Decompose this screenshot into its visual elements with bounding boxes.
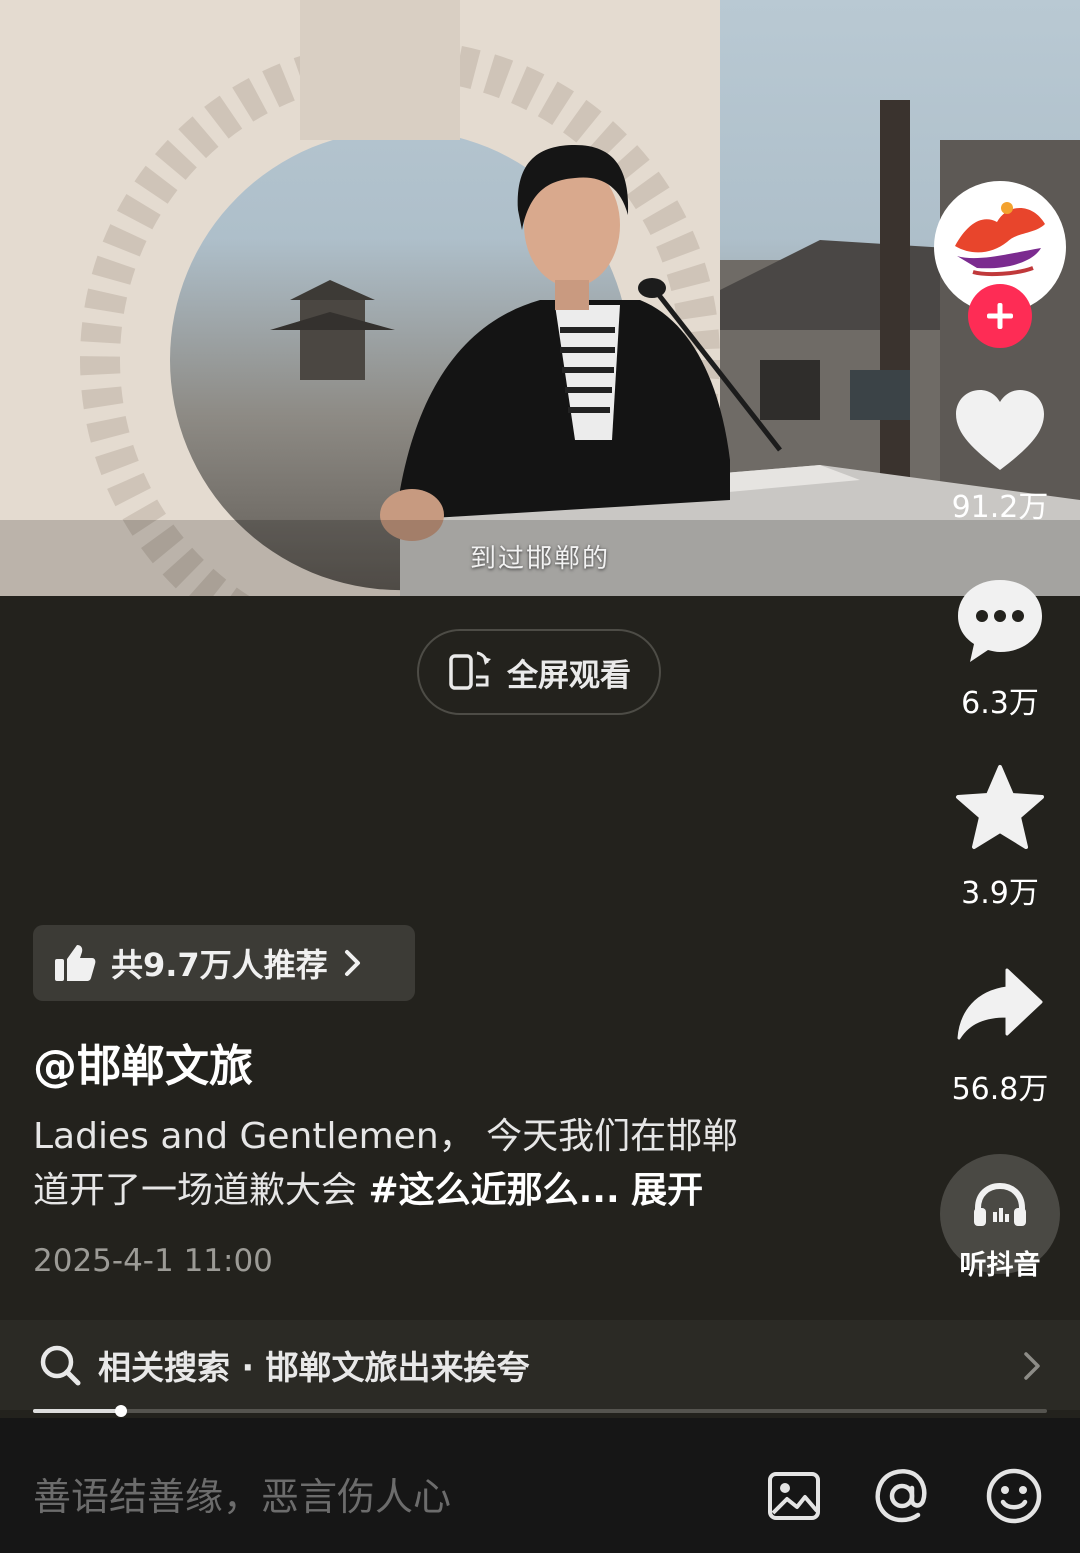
recommend-chip[interactable]: 共9.7万人推荐 <box>33 925 415 1001</box>
emoji-icon <box>986 1468 1042 1524</box>
image-icon <box>768 1472 820 1520</box>
video-progress-handle[interactable] <box>115 1405 127 1417</box>
desc-line-2: 道开了一场道歉大会 #这么近那么... 展开 <box>33 1164 833 1218</box>
desc-line-1: Ladies and Gentlemen， 今天我们在邯郸 <box>33 1116 739 1157</box>
share-icon <box>957 968 1043 1040</box>
fullscreen-label: 全屏观看 <box>507 657 631 694</box>
search-icon <box>40 1345 81 1386</box>
share-count: 56.8万 <box>951 1072 1049 1107</box>
expand-link[interactable]: 展开 <box>631 1170 703 1211</box>
favorite-button[interactable]: 3.9万 <box>940 764 1060 912</box>
chevron-right-icon <box>1024 1352 1040 1380</box>
headphones-icon <box>974 1182 1026 1226</box>
thumbs-up-icon <box>55 945 96 981</box>
desc-line-2-text: 道开了一场道歉大会 <box>33 1170 369 1211</box>
image-button[interactable] <box>764 1466 824 1526</box>
video-player[interactable] <box>0 0 1080 596</box>
listen-label: 听抖音 <box>959 1250 1041 1281</box>
video-subtitle: 到过邯郸的 <box>469 544 610 574</box>
video-progress-fill <box>33 1409 121 1413</box>
comment-icon <box>958 580 1042 662</box>
follow-button[interactable] <box>968 284 1032 348</box>
comment-count: 6.3万 <box>961 686 1039 721</box>
hashtag-link[interactable]: #这么近那么... <box>368 1170 619 1211</box>
author-handle[interactable]: @邯郸文旅 <box>33 1030 253 1094</box>
video-progress-track[interactable] <box>33 1409 1047 1413</box>
share-button[interactable]: 56.8万 <box>940 966 1060 1108</box>
chevron-right-icon <box>344 950 360 976</box>
heart-icon <box>956 390 1044 470</box>
at-icon <box>875 1469 927 1523</box>
comment-button[interactable]: 6.3万 <box>940 576 1060 722</box>
post-description: Ladies and Gentlemen， 今天我们在邯郸 道开了一场道歉大会 … <box>33 1110 833 1218</box>
like-button[interactable]: 91.2万 <box>940 388 1060 526</box>
star-icon <box>956 765 1044 849</box>
comment-input[interactable]: 善语结善缘，恶言伤人心 <box>33 1466 451 1521</box>
recommend-label: 共9.7万人推荐 <box>111 946 328 984</box>
favorite-count: 3.9万 <box>961 876 1039 911</box>
like-count: 91.2万 <box>951 490 1049 525</box>
related-search-label: 相关搜索 · 邯郸文旅出来挨夸 <box>98 1348 530 1387</box>
plus-icon <box>987 303 1013 329</box>
related-search-bar[interactable]: 相关搜索 · 邯郸文旅出来挨夸 <box>0 1320 1080 1410</box>
video-frame-scene <box>0 0 1080 596</box>
emoji-button[interactable] <box>984 1466 1044 1526</box>
mention-button[interactable] <box>872 1466 932 1526</box>
rotate-screen-icon <box>447 647 493 697</box>
post-date: 2025-4-1 11:00 <box>33 1243 273 1279</box>
fullscreen-button[interactable]: 全屏观看 <box>417 629 661 715</box>
